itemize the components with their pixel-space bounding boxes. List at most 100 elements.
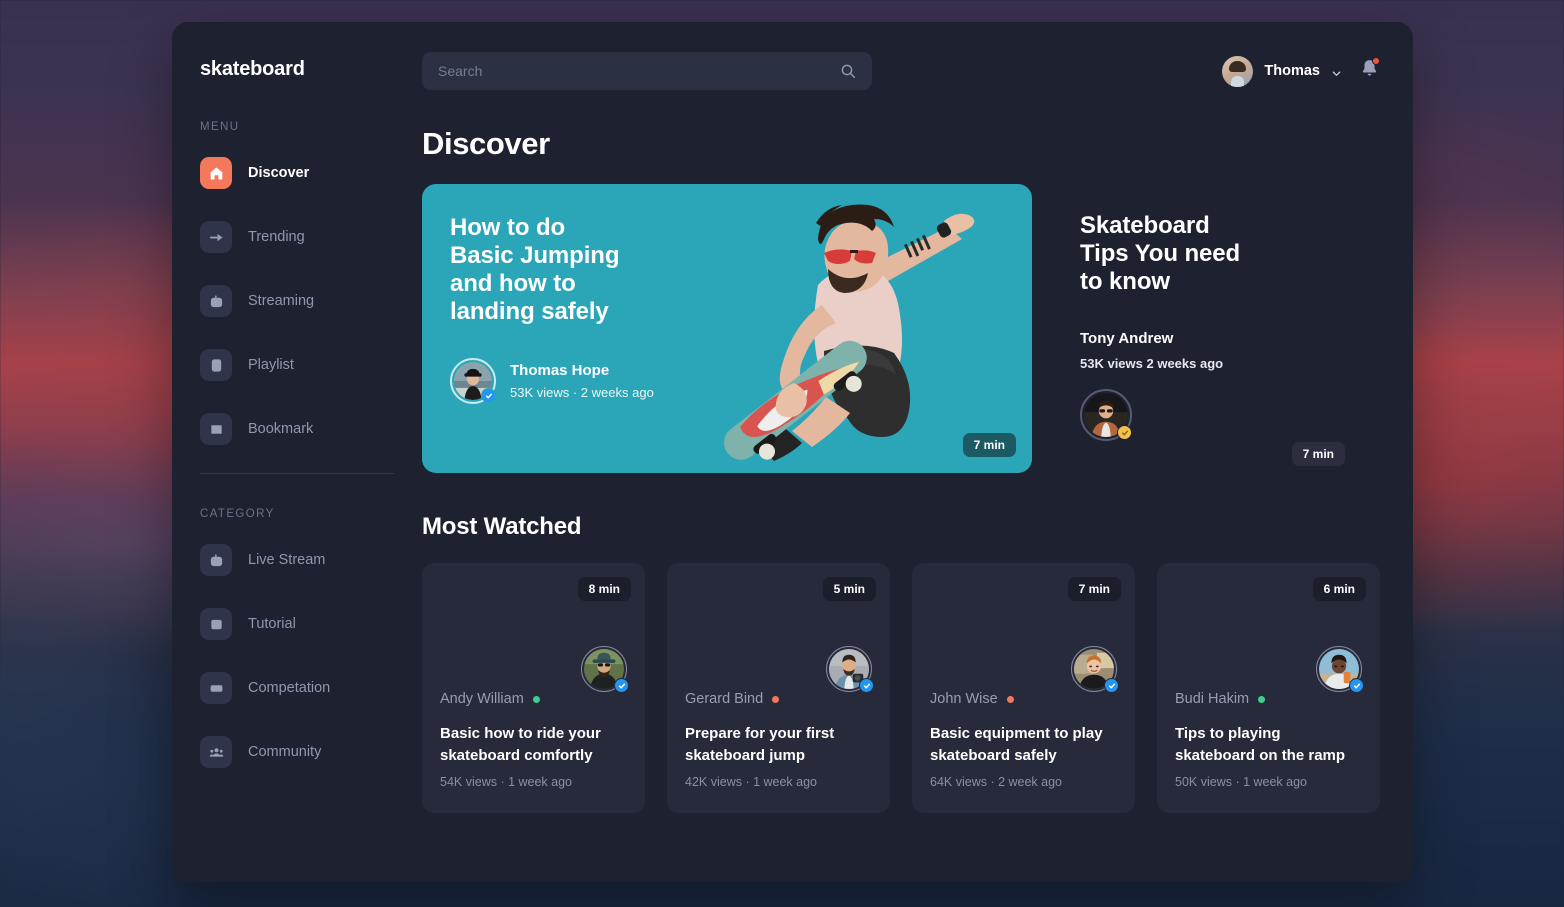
video-stats: 54K views · 1 week ago: [440, 775, 573, 789]
featured-video-text: How to do Basic Jumping and how to landi…: [450, 214, 654, 404]
duration-badge: 7 min: [962, 433, 1016, 457]
sidebar-item-label: Competation: [248, 680, 331, 696]
topbar-actions: Thomas: [1222, 55, 1380, 87]
video-card[interactable]: 8 min Andy William Basic how to ride you…: [422, 563, 645, 813]
avatar: [1222, 55, 1254, 87]
secondary-author-name: Tony Andrew: [1080, 330, 1174, 347]
duration-badge: 5 min: [822, 577, 876, 601]
verified-badge: [1349, 678, 1364, 693]
author-avatar[interactable]: [1316, 646, 1364, 693]
video-title: Prepare for your first skateboard jump: [685, 725, 835, 764]
status-dot: [532, 695, 540, 703]
video-author-name: Gerard Bind: [685, 691, 764, 707]
sidebar-item-label: Community: [248, 744, 322, 760]
home-icon: [200, 157, 232, 189]
video-stats: 42K views · 1 week ago: [685, 775, 818, 789]
sidebar-item-community[interactable]: Community: [172, 726, 422, 778]
app-window: skateboard MENU Discover Trending Stream…: [172, 22, 1413, 882]
video-author-name: Andy William: [440, 691, 524, 707]
desktop-background: skateboard MENU Discover Trending Stream…: [0, 0, 1564, 907]
sidebar-item-tutorial[interactable]: Tutorial: [172, 598, 422, 650]
people-icon: [200, 736, 232, 768]
duration-badge: 8 min: [577, 577, 631, 601]
search-input[interactable]: [422, 52, 872, 90]
secondary-feature-title: Skateboard Tips You need to know: [1080, 212, 1241, 295]
hero-row: How to do Basic Jumping and how to landi…: [422, 184, 1379, 473]
featured-video-title: How to do Basic Jumping and how to landi…: [450, 214, 620, 325]
featured-video-meta: Thomas Hope 53K views · 2 weeks ago: [450, 358, 654, 404]
featured-video-stats: 53K views · 2 weeks ago: [510, 385, 654, 400]
verified-badge: [1104, 678, 1119, 693]
secondary-author-avatar[interactable]: [1080, 389, 1132, 441]
brand-logo: skateboard: [200, 58, 305, 80]
camera-icon: [200, 544, 232, 576]
video-card[interactable]: 5 min Gerard Bind Prepare for your first…: [667, 563, 890, 813]
video-card[interactable]: 7 min John Wise Basic equipment to play …: [912, 563, 1135, 813]
sidebar-item-playlist[interactable]: Playlist: [172, 339, 422, 391]
sidebar-item-label: Live Stream: [248, 552, 326, 568]
sidebar-item-label: Streaming: [248, 293, 315, 309]
search-bar[interactable]: [422, 52, 872, 90]
video-author: John Wise: [930, 691, 1014, 707]
sidebar-menu-list: Discover Trending Streaming Playlist Boo…: [172, 147, 422, 455]
sidebar: skateboard MENU Discover Trending Stream…: [172, 22, 422, 882]
video-title: Tips to playing skateboard on the ramp: [1175, 725, 1346, 764]
sidebar-menu-heading: MENU: [200, 121, 240, 133]
chevron-down-icon[interactable]: [1331, 66, 1342, 77]
status-dot: [772, 695, 780, 703]
sidebar-category-heading: CATEGORY: [200, 508, 275, 520]
author-avatar[interactable]: [581, 646, 629, 693]
verified-badge: [1117, 425, 1132, 440]
secondary-video-stats: 53K views 2 weeks ago: [1080, 356, 1224, 371]
sidebar-item-label: Playlist: [248, 357, 294, 373]
author-avatar[interactable]: [826, 646, 874, 693]
duration-badge: 7 min: [1067, 577, 1121, 601]
trending-icon: [200, 221, 232, 253]
sidebar-item-competation[interactable]: Competation: [172, 662, 422, 714]
sidebar-item-label: Bookmark: [248, 421, 314, 437]
sidebar-item-label: Trending: [248, 229, 305, 245]
book-icon: [200, 608, 232, 640]
featured-author-name: Thomas Hope: [510, 362, 610, 379]
sidebar-item-label: Tutorial: [248, 616, 296, 632]
page-title: Discover: [422, 126, 550, 161]
video-stats: 64K views · 2 week ago: [930, 775, 1063, 789]
video-card[interactable]: 6 min Budi Hakim Tips to playing skatebo…: [1157, 563, 1380, 813]
sidebar-item-discover[interactable]: Discover: [172, 147, 422, 199]
bookmark-icon: [200, 413, 232, 445]
section-title-most-watched: Most Watched: [422, 513, 582, 540]
video-author-name: Budi Hakim: [1175, 691, 1250, 707]
main-content: Thomas Discover: [422, 22, 1413, 882]
sidebar-divider: [200, 473, 394, 474]
verified-badge: [614, 678, 629, 693]
author-avatar[interactable]: [450, 358, 496, 404]
featured-video-card[interactable]: How to do Basic Jumping and how to landi…: [422, 184, 1032, 473]
sidebar-item-streaming[interactable]: Streaming: [172, 275, 422, 327]
most-watched-grid: 8 min Andy William Basic how to ride you…: [422, 563, 1380, 813]
playlist-icon: [200, 349, 232, 381]
notification-dot: [1372, 57, 1380, 65]
video-title: Basic how to ride your skateboard comfor…: [440, 725, 601, 764]
verified-badge: [859, 678, 874, 693]
duration-badge: 6 min: [1312, 577, 1366, 601]
user-name: Thomas: [1264, 63, 1320, 79]
ticket-icon: [200, 672, 232, 704]
author-avatar[interactable]: [1071, 646, 1119, 693]
top-bar: Thomas: [422, 52, 1380, 90]
video-author-name: John Wise: [930, 691, 998, 707]
user-menu[interactable]: Thomas: [1222, 55, 1342, 87]
sidebar-item-label: Discover: [248, 165, 310, 181]
sidebar-item-bookmark[interactable]: Bookmark: [172, 403, 422, 455]
video-title: Basic equipment to play skateboard safel…: [930, 725, 1103, 764]
featured-author-block: Thomas Hope 53K views · 2 weeks ago: [510, 362, 654, 400]
sidebar-item-trending[interactable]: Trending: [172, 211, 422, 263]
notifications-button[interactable]: [1360, 57, 1380, 84]
video-author: Andy William: [440, 691, 540, 707]
verified-badge: [481, 388, 496, 403]
video-stats: 50K views · 1 week ago: [1175, 775, 1308, 789]
streaming-icon: [200, 285, 232, 317]
sidebar-item-live-stream[interactable]: Live Stream: [172, 534, 422, 586]
sidebar-category-list: Live Stream Tutorial Competation Communi…: [172, 534, 422, 778]
secondary-feature[interactable]: Skateboard Tips You need to know Tony An…: [1080, 184, 1379, 473]
status-dot: [1006, 695, 1014, 703]
